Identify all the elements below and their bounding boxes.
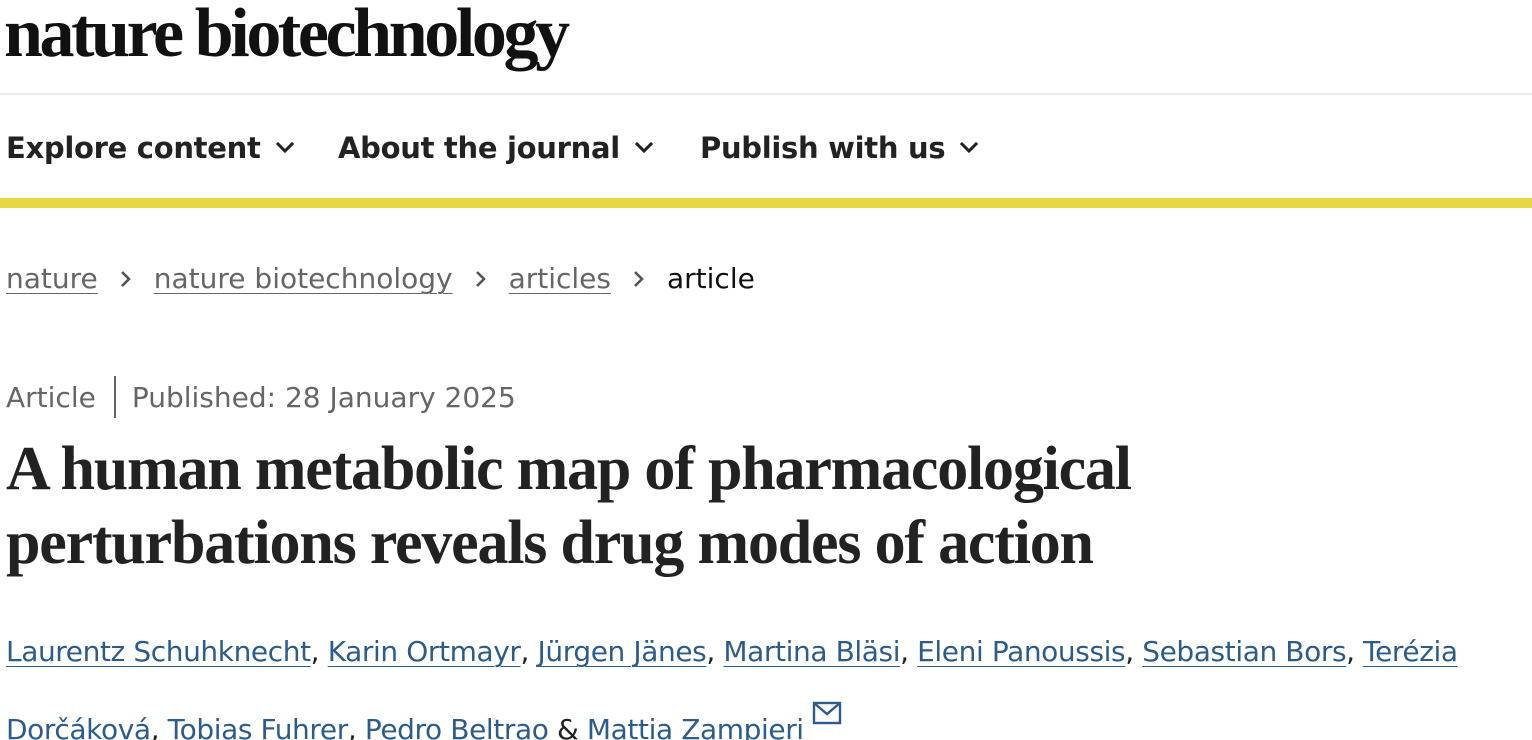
breadcrumb: nature nature biotechnology articles art…	[6, 262, 755, 295]
article-title: A human metabolic map of pharmacological…	[6, 432, 1506, 580]
nav-about-the-journal[interactable]: About the journal	[338, 131, 654, 165]
article-type: Article	[6, 380, 96, 414]
breadcrumb-articles[interactable]: articles	[509, 262, 611, 295]
author-link[interactable]: Sebastian Bors	[1142, 635, 1346, 668]
author-separator: ,	[1125, 635, 1143, 668]
main-nav: Explore content About the journal Publis…	[0, 95, 1532, 208]
author-separator: ,	[706, 635, 724, 668]
site-header: nature biotechnology	[0, 0, 1532, 95]
nav-explore-content[interactable]: Explore content	[6, 131, 295, 165]
chevron-right-icon	[631, 269, 647, 289]
breadcrumb-current-article: article	[667, 262, 755, 295]
meta-divider	[113, 376, 116, 418]
author-separator: ,	[347, 713, 365, 740]
author-separator: ,	[520, 635, 538, 668]
author-link-corresponding[interactable]: Mattia Zampieri	[587, 713, 804, 740]
breadcrumb-nature[interactable]: nature	[6, 262, 98, 295]
chevron-down-icon	[959, 138, 979, 158]
author-separator: ,	[900, 635, 918, 668]
author-list: Laurentz Schuhknecht, Karin Ortmayr, Jür…	[6, 620, 1526, 740]
author-joiner: &	[548, 713, 587, 740]
nav-publish-with-us[interactable]: Publish with us	[700, 131, 979, 165]
author-link[interactable]: Martina Bläsi	[723, 635, 900, 668]
chevron-down-icon	[634, 138, 654, 158]
author-link[interactable]: Pedro Beltrao	[365, 713, 549, 740]
article-page: nature biotechnology Explore content Abo…	[0, 0, 1532, 740]
title-line-1: A human metabolic map of pharmacological	[6, 435, 1132, 503]
title-line-2: perturbations reveals drug modes of acti…	[6, 509, 1094, 577]
article-meta: Article Published: 28 January 2025	[6, 376, 516, 418]
chevron-right-icon	[473, 269, 489, 289]
nav-label: About the journal	[338, 131, 620, 165]
author-separator: ,	[310, 635, 328, 668]
author-separator: ,	[150, 713, 168, 740]
breadcrumb-nature-biotechnology[interactable]: nature biotechnology	[154, 262, 453, 295]
mail-icon[interactable]	[812, 684, 842, 725]
author-link[interactable]: Jürgen Jänes	[538, 635, 707, 668]
nav-label: Explore content	[6, 131, 261, 165]
author-link[interactable]: Karin Ortmayr	[328, 635, 521, 668]
author-separator: ,	[1346, 635, 1364, 668]
nav-label: Publish with us	[700, 131, 946, 165]
chevron-right-icon	[118, 269, 134, 289]
journal-logo[interactable]: nature biotechnology	[4, 0, 570, 74]
author-link[interactable]: Eleni Panoussis	[917, 635, 1125, 668]
author-link[interactable]: Tobias Fuhrer	[168, 713, 349, 740]
published-date: Published: 28 January 2025	[131, 380, 516, 414]
chevron-down-icon	[275, 138, 295, 158]
author-link[interactable]: Laurentz Schuhknecht	[6, 635, 311, 668]
